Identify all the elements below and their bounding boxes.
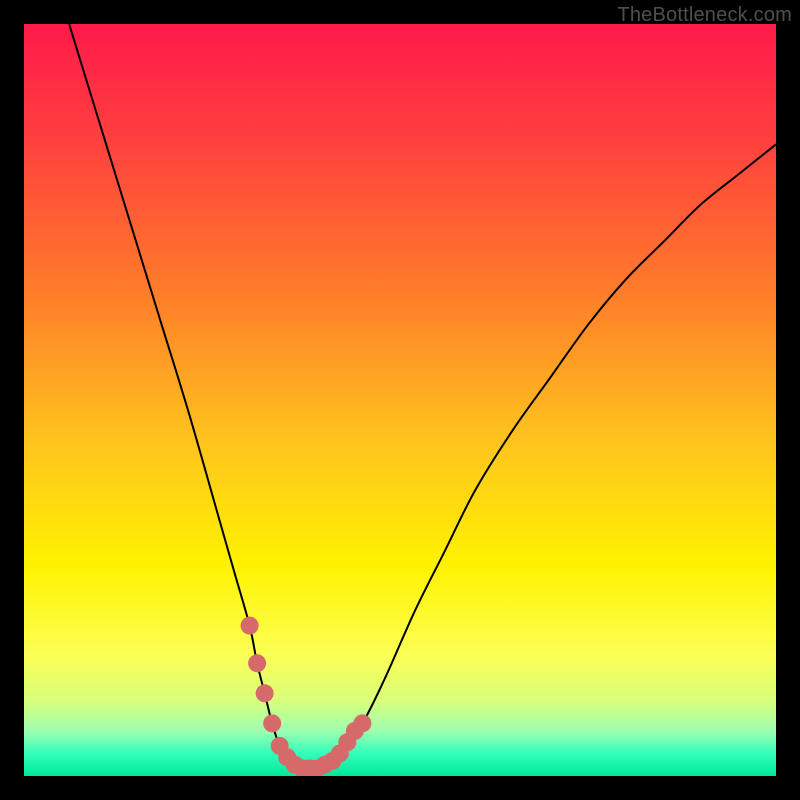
marker-dot bbox=[241, 617, 259, 635]
bottleneck-curve-chart bbox=[24, 24, 776, 776]
marker-dot bbox=[353, 714, 371, 732]
chart-frame bbox=[24, 24, 776, 776]
gradient-background bbox=[24, 24, 776, 776]
marker-dot bbox=[256, 684, 274, 702]
marker-dot bbox=[263, 714, 281, 732]
watermark-text: TheBottleneck.com bbox=[617, 4, 792, 27]
marker-dot bbox=[248, 654, 266, 672]
